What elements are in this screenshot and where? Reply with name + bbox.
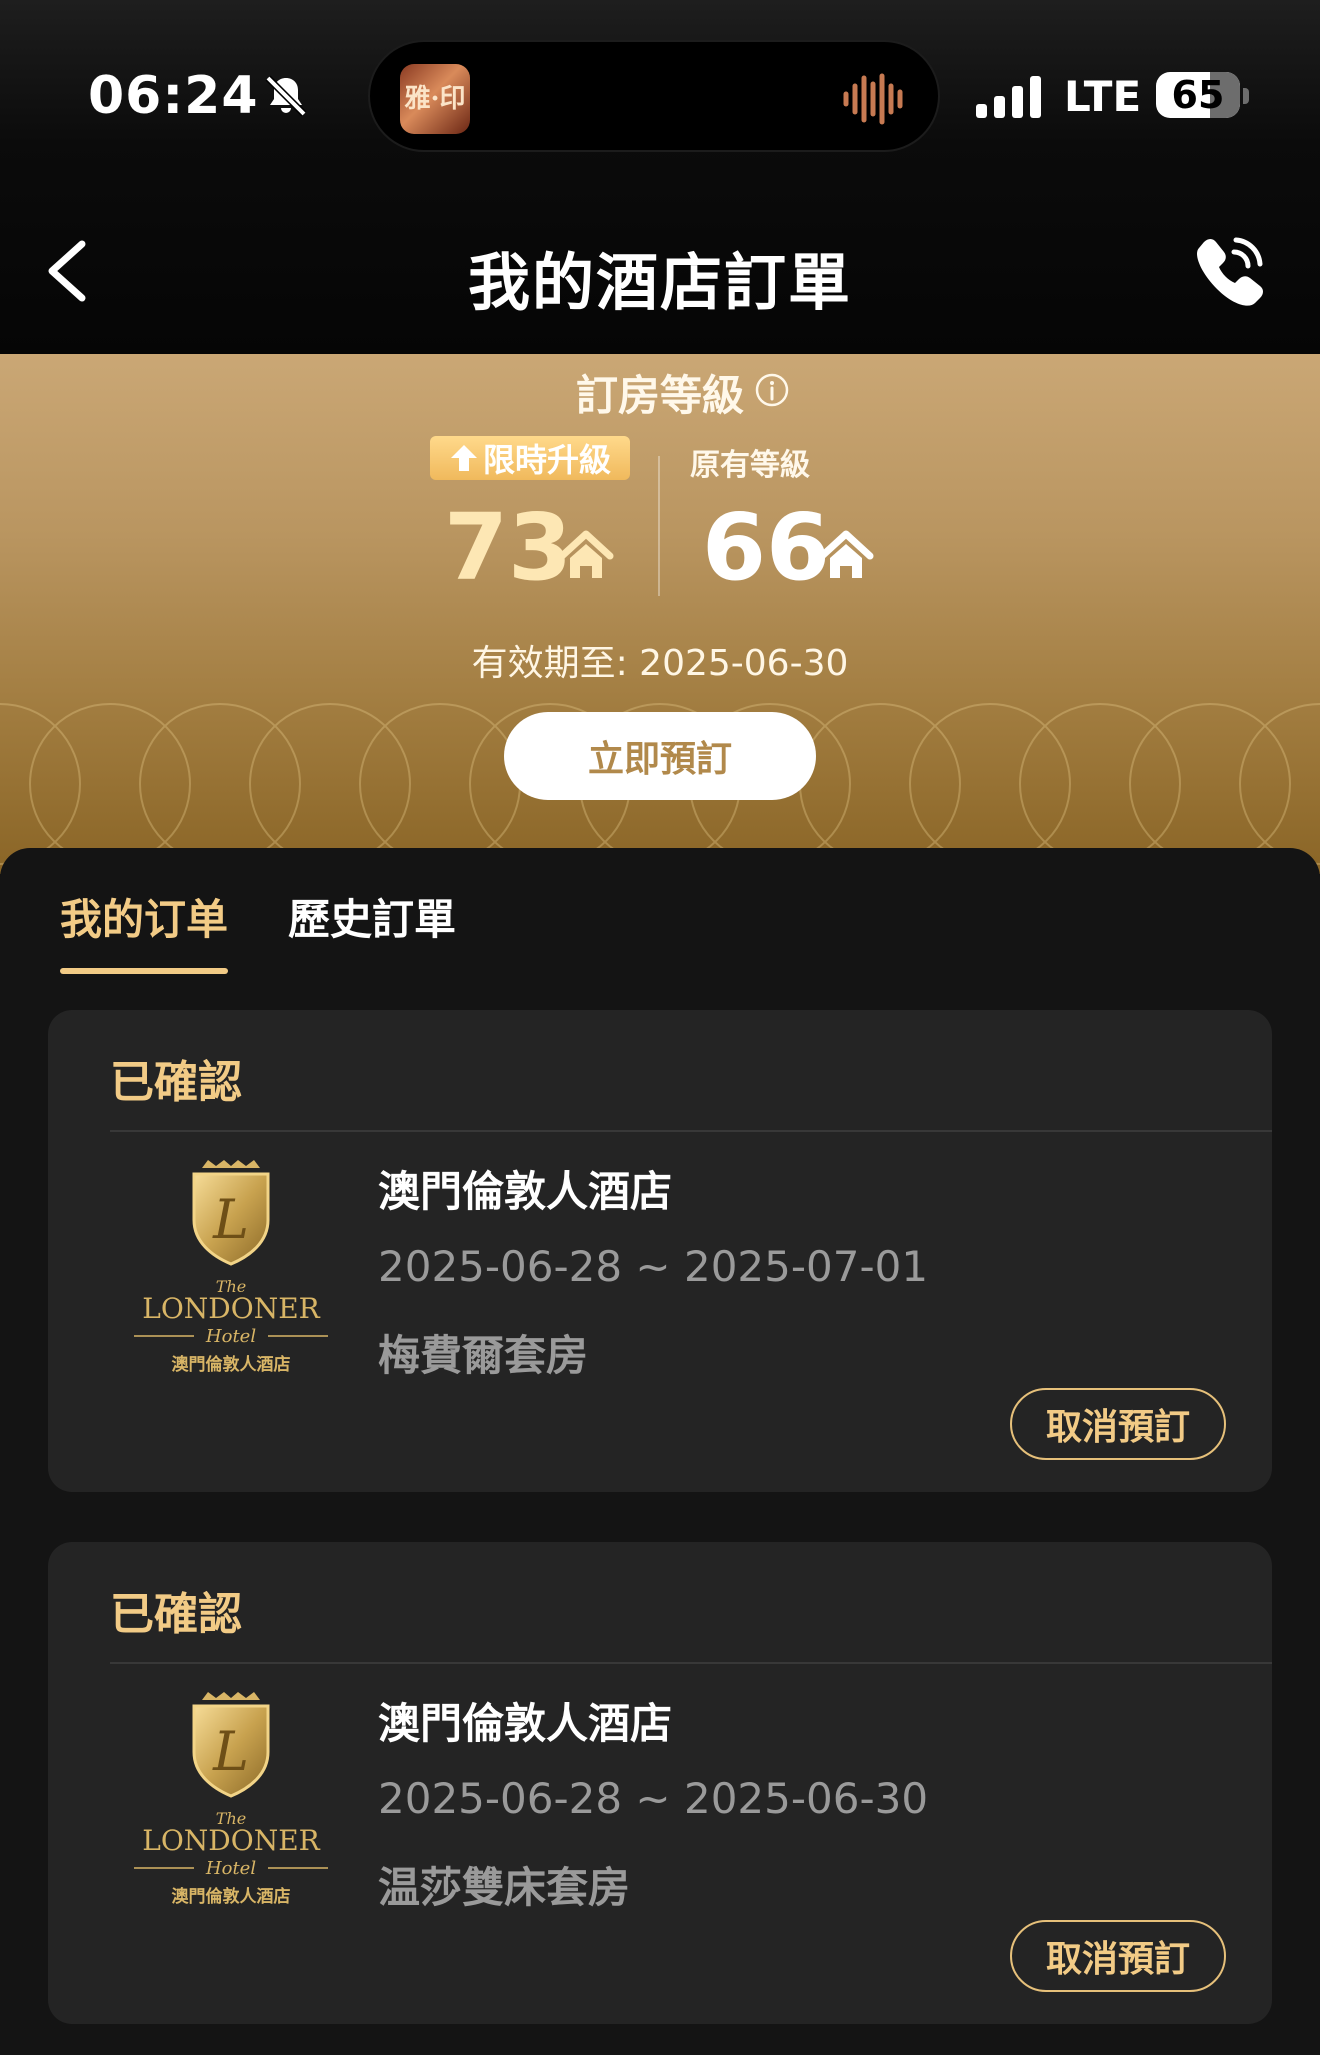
order-status: 已確認 (110, 1057, 242, 1108)
svg-text:L: L (212, 1720, 249, 1783)
order-card[interactable]: 已確認 L The LONDONER Hotel 澳門倫敦人酒店 澳門倫敦人酒店… (48, 1542, 1272, 2024)
card-divider (110, 1130, 1272, 1132)
house-level-icon (818, 530, 874, 578)
svg-text:Hotel: Hotel (205, 1858, 256, 1879)
validity-date: 有效期至: 2025-06-30 (471, 643, 849, 684)
info-icon[interactable] (754, 372, 790, 408)
svg-text:L: L (212, 1188, 249, 1251)
stay-dates: 2025-06-28 ~ 2025-07-01 (378, 1242, 929, 1291)
room-type: 温莎雙床套房 (378, 1863, 631, 1912)
svg-text:LONDONER: LONDONER (142, 1292, 320, 1325)
tier-divider (658, 456, 660, 596)
hotel-name: 澳門倫敦人酒店 (378, 1699, 673, 1748)
order-card[interactable]: 已確認 L The LONDONER Hotel 澳門倫敦人酒店 澳門倫敦人酒店… (48, 1010, 1272, 1492)
tier-title: 訂房等級 (575, 371, 744, 420)
svg-text:澳門倫敦人酒店: 澳門倫敦人酒店 (172, 1354, 291, 1375)
active-tab-indicator (60, 968, 228, 974)
page-title: 我的酒店訂單 (467, 246, 852, 319)
now-playing-artwork[interactable]: 雅·印 (400, 64, 470, 134)
svg-text:LONDONER: LONDONER (142, 1824, 320, 1857)
svg-text:Hotel: Hotel (205, 1326, 256, 1347)
room-type: 梅費爾套房 (378, 1331, 589, 1380)
dynamic-island[interactable]: 雅·印 (368, 40, 940, 152)
upgrade-level-value: 73 (444, 494, 573, 601)
upgrade-badge: 限時升級 (430, 436, 630, 480)
signal-strength-icon (976, 76, 1041, 118)
londoner-hotel-logo: L The LONDONER Hotel 澳門倫敦人酒店 (134, 1160, 328, 1375)
phone-call-icon[interactable] (1190, 230, 1270, 310)
cancel-booking-button[interactable]: 取消預訂 (1010, 1388, 1226, 1460)
order-status: 已確認 (110, 1589, 242, 1640)
battery-tip (1243, 88, 1249, 104)
tab-history-orders[interactable]: 歷史訂單 (288, 886, 456, 947)
house-level-icon (558, 530, 614, 578)
original-level-value: 66 (702, 494, 831, 601)
bell-slash-icon (265, 75, 307, 117)
londoner-hotel-logo: L The LONDONER Hotel 澳門倫敦人酒店 (134, 1692, 328, 1907)
battery-icon: 65 (1156, 72, 1240, 118)
battery-level: 65 (1171, 73, 1225, 117)
hotel-name: 澳門倫敦人酒店 (378, 1167, 673, 1216)
audio-waveform-icon (843, 73, 903, 125)
book-now-button[interactable]: 立即預訂 (504, 712, 816, 800)
card-divider (110, 1662, 1272, 1664)
original-level-label: 原有等級 (690, 448, 810, 483)
up-arrow-icon (450, 445, 477, 471)
tab-my-orders[interactable]: 我的订单 (60, 886, 228, 947)
upgrade-badge-label: 限時升級 (482, 441, 611, 479)
stay-dates: 2025-06-28 ~ 2025-06-30 (378, 1774, 929, 1823)
cancel-booking-button[interactable]: 取消預訂 (1010, 1920, 1226, 1992)
network-type: LTE (1064, 72, 1142, 121)
svg-text:澳門倫敦人酒店: 澳門倫敦人酒店 (172, 1886, 291, 1907)
status-time: 06:24 (88, 66, 259, 126)
